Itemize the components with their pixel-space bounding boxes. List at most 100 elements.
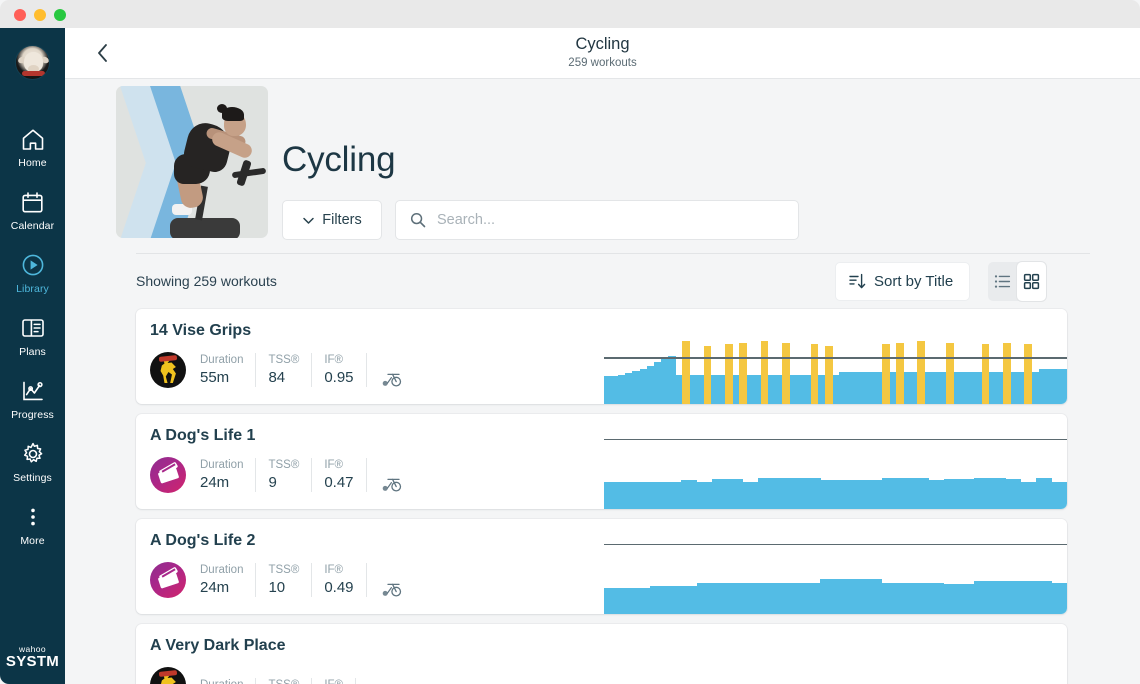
chart-bar [928, 479, 945, 509]
chart-bar [943, 584, 960, 614]
chart-bar [897, 582, 914, 614]
workout-card[interactable]: A Dog's Life 1 Duration 24m TSS® 9 IF® 0.47 [136, 414, 1067, 509]
workout-card[interactable]: 14 Vise Grips Duration 55m TSS® 84 IF® 0.95 [136, 309, 1067, 404]
horse-badge [150, 667, 186, 684]
chart-plot-area [604, 309, 1067, 404]
hero-image [116, 86, 268, 238]
workout-power-profile-chart [604, 519, 1067, 614]
chart-bar [682, 341, 691, 404]
workout-count: 259 workouts [568, 57, 637, 69]
list-view-icon [994, 275, 1011, 288]
bicycle-icon [370, 668, 392, 684]
close-window-button[interactable] [14, 9, 26, 21]
chart-bar [866, 479, 883, 509]
chart-bar [681, 479, 698, 509]
list-view-button[interactable] [988, 262, 1017, 301]
if-value: 0.47 [324, 474, 354, 491]
sidebar-item-home[interactable]: Home [0, 116, 65, 179]
chart-bar [945, 342, 954, 404]
chart-bar [1051, 583, 1067, 614]
workout-power-profile-chart [604, 309, 1067, 404]
window-titlebar [0, 0, 1140, 28]
film-badge [150, 562, 186, 598]
workout-meta: Duration 24m TSS® 10 IF® 0.49 [150, 562, 403, 598]
minimize-window-button[interactable] [34, 9, 46, 21]
chart-bar [804, 477, 821, 509]
calendar-icon [21, 189, 44, 215]
chart-bar [727, 479, 744, 509]
if-stat: IF® 0.47 [324, 458, 367, 492]
chart-bar [650, 585, 667, 614]
chart-bar [835, 479, 852, 509]
chart-bar [917, 341, 926, 404]
chart-bar [989, 581, 1006, 614]
avatar[interactable] [15, 45, 50, 80]
chart-bar [604, 481, 621, 509]
chart-bar [804, 582, 821, 614]
duration-label: Duration [200, 678, 243, 684]
chart-bar [696, 481, 713, 509]
sidebar-item-calendar[interactable]: Calendar [0, 179, 65, 242]
chart-bar [981, 344, 990, 404]
film-badge [150, 457, 186, 493]
chart-bar [974, 581, 991, 614]
chart-bar [1020, 581, 1037, 614]
tss-stat: TSS® 10 [268, 563, 313, 597]
ftp-threshold-line [604, 357, 1067, 359]
sort-button[interactable]: Sort by Title [835, 262, 971, 301]
chart-bar [634, 588, 651, 614]
chart-bar [725, 344, 733, 404]
sidebar-item-progress[interactable]: Progress [0, 368, 65, 431]
if-label: IF® [324, 459, 344, 471]
workout-power-profile-chart [604, 414, 1067, 509]
sidebar-item-label: Plans [19, 346, 46, 358]
workout-card[interactable]: A Dog's Life 2 Duration 24m TSS® 10 IF® 0.49 [136, 519, 1067, 614]
sidebar-item-settings[interactable]: Settings [0, 431, 65, 494]
tss-label: TSS® [268, 564, 300, 576]
chart-bar [835, 578, 852, 614]
chart-bar [1005, 581, 1022, 614]
if-value: 0.49 [324, 579, 354, 596]
chart-bar [896, 342, 904, 404]
filters-label: Filters [322, 212, 362, 228]
chart-bar [665, 481, 682, 509]
sidebar-item-more[interactable]: More [0, 494, 65, 557]
showing-count: Showing 259 workouts [136, 273, 277, 289]
chart-bar [912, 477, 929, 509]
workout-title: A Dog's Life 2 [150, 532, 256, 549]
workout-info: A Very Dark Place Duration TSS® IF® [136, 624, 604, 684]
search-input[interactable] [437, 212, 777, 228]
chart-bar [758, 582, 775, 614]
chart-bar [739, 342, 748, 404]
chart-bar [760, 341, 769, 404]
tss-value: 9 [268, 474, 277, 491]
search-icon [410, 212, 426, 228]
sort-descending-icon [849, 273, 866, 289]
duration-stat: Duration [200, 677, 257, 684]
sidebar-item-library[interactable]: Library [0, 242, 65, 305]
chart-bar [789, 477, 806, 509]
workout-meta: Duration 55m TSS® 84 IF® 0.95 [150, 352, 403, 388]
filters-button[interactable]: Filters [282, 200, 382, 240]
home-icon [21, 126, 45, 152]
search-box[interactable] [395, 200, 799, 240]
workout-card[interactable]: A Very Dark Place Duration TSS® IF® [136, 624, 1067, 684]
tss-label: TSS® [268, 459, 300, 471]
maximize-window-button[interactable] [54, 9, 66, 21]
tss-stat: TSS® [268, 677, 313, 684]
chart-bar [897, 477, 914, 509]
sort-label: Sort by Title [874, 273, 954, 290]
chart-bar [1002, 342, 1011, 404]
grid-view-button[interactable] [1017, 262, 1046, 301]
workout-title: A Dog's Life 1 [150, 427, 256, 444]
tss-value: 84 [268, 369, 286, 386]
chart-bar [758, 477, 775, 509]
tss-value: 10 [268, 579, 286, 596]
chart-bar [1036, 477, 1053, 509]
chart-bar [773, 582, 790, 614]
chart-bar [850, 578, 867, 614]
if-stat: IF® 0.49 [324, 563, 367, 597]
sidebar-item-plans[interactable]: Plans [0, 305, 65, 368]
chevron-down-icon [303, 217, 314, 224]
workout-meta: Duration TSS® IF® [150, 667, 392, 684]
